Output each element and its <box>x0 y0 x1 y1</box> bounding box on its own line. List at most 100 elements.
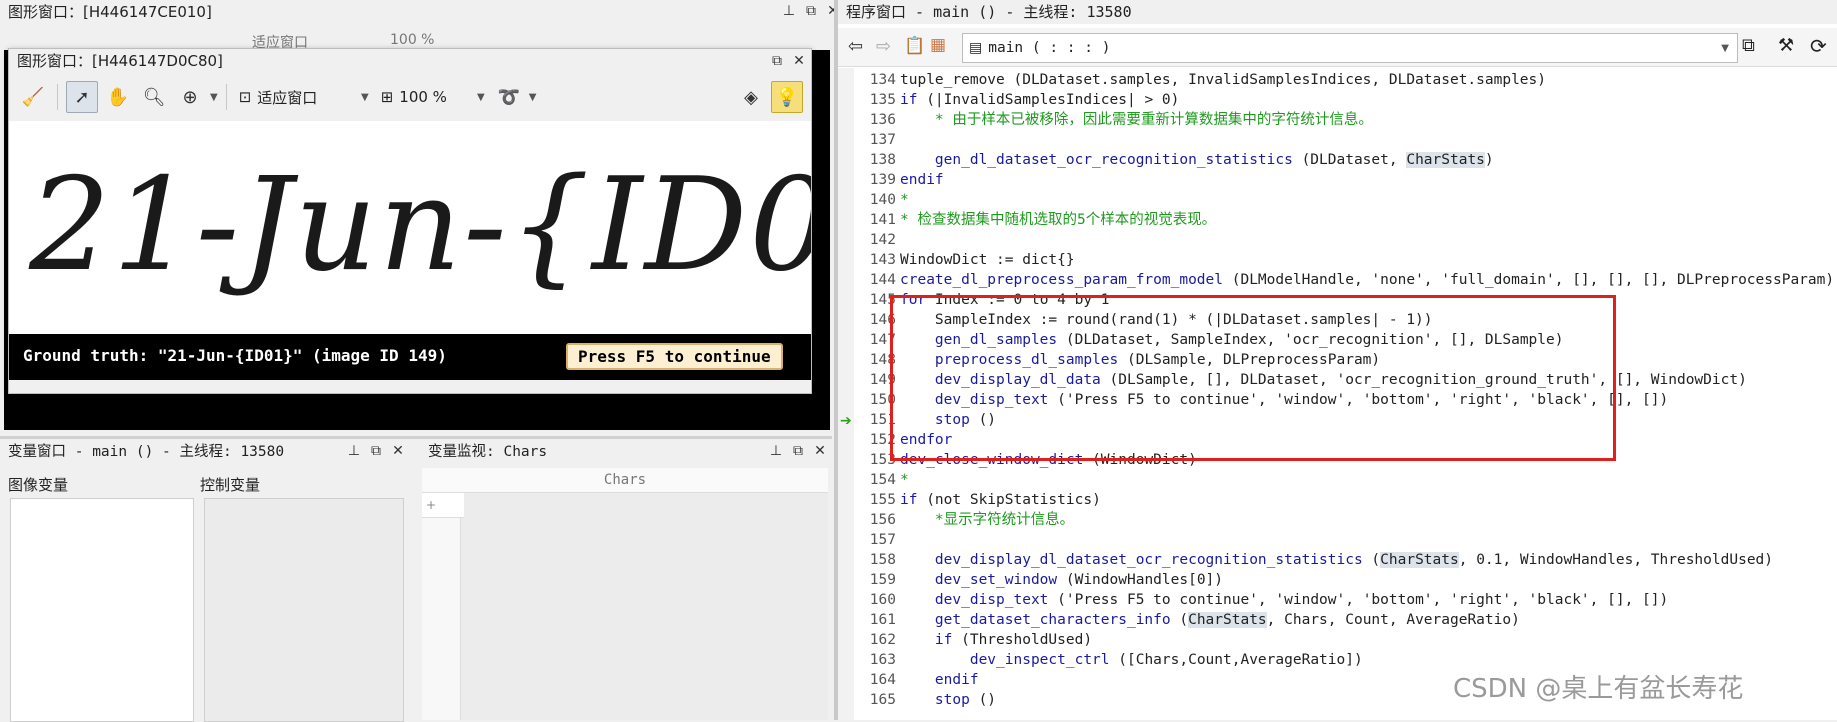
image-variables-list[interactable] <box>10 498 194 722</box>
line-number: 141 <box>869 212 896 228</box>
control-variables-label: 控制变量 <box>200 476 261 494</box>
code-text: * 由于样本已被移除，因此需要重新计算数据集中的字符统计信息。 <box>934 112 1373 128</box>
clipboard-icon[interactable]: 📋 <box>904 36 925 56</box>
layers-icon[interactable]: ◈ <box>735 81 767 113</box>
code-text: dev_display_dl_dataset_ocr_recognition_s… <box>934 552 1774 568</box>
code-line[interactable]: 160 dev_disp_text ('Press F5 to continue… <box>854 590 1668 610</box>
close-icon[interactable]: ✕ <box>791 53 807 69</box>
procedure-icon: ▤ <box>969 40 983 56</box>
line-number: 164 <box>869 672 896 688</box>
pin-icon[interactable]: ⊥ <box>768 443 784 459</box>
back-arrow-icon[interactable]: ⇦ <box>848 36 863 57</box>
fit-window-label: 适应窗口 <box>257 88 318 107</box>
graphics-window-front: 图形窗口：[H446147D0C80] ⧉ ✕ 🧹 ➚ ✋ 🔍︎ ⊕ ▼ ⊡ 适… <box>8 48 812 394</box>
code-text: * <box>900 192 909 208</box>
code-line[interactable]: 137 <box>854 130 900 150</box>
code-text: dev_disp_text ('Press F5 to continue', '… <box>934 592 1669 608</box>
fit-window-combo[interactable]: ⊡ 适应窗口 ▼ <box>235 83 373 111</box>
code-line[interactable]: 162 if (ThresholdUsed) <box>854 630 1092 650</box>
code-line[interactable]: 140 * <box>854 190 909 210</box>
breakpoint-gutter[interactable] <box>838 68 854 720</box>
zoom-dropdown-icon[interactable]: ▼ <box>210 92 218 103</box>
code-line[interactable]: 165 stop () <box>854 690 996 710</box>
lightbulb-icon[interactable]: 💡 <box>771 81 803 113</box>
code-line[interactable]: 141 * 检查数据集中随机选取的5个样本的视觉表现。 <box>854 210 1216 230</box>
code-line[interactable]: 155 if (not SkipStatistics) <box>854 490 1101 510</box>
pin-icon[interactable]: ⊥ <box>346 443 362 459</box>
code-line[interactable]: 138 gen_dl_dataset_ocr_recognition_stati… <box>854 150 1494 170</box>
code-line[interactable]: 144 create_dl_preprocess_param_from_model… <box>854 270 1834 290</box>
watch-column-header: Chars <box>422 468 828 493</box>
code-text: * 检查数据集中随机选取的5个样本的视觉表现。 <box>900 212 1217 228</box>
expand-plus-icon[interactable]: + <box>426 498 436 512</box>
code-text: * <box>900 472 909 488</box>
code-text: if (ThresholdUsed) <box>934 632 1093 648</box>
line-number: 135 <box>869 92 896 108</box>
program-window-title: 程序窗口 - main () - 主线程: 13580 <box>838 0 1837 24</box>
code-text: tuple_remove (DLDataset.samples, Invalid… <box>900 72 1547 88</box>
close-icon[interactable]: ✕ <box>390 443 406 459</box>
code-text: if (|InvalidSamplesIndices| > 0) <box>900 92 1180 108</box>
float-icon[interactable]: ⧉ <box>769 53 785 69</box>
procedure-combo[interactable]: ▤ main ( : : : ) ▼ <box>962 33 1738 63</box>
float-icon[interactable]: ⧉ <box>368 443 384 459</box>
copy-icon[interactable]: ⧉ <box>1742 35 1755 56</box>
zoom-combo[interactable]: ⊞ 100 % ▼ <box>377 83 489 111</box>
zoom-fit-icon: ⊞ <box>380 88 394 106</box>
code-text: *显示字符统计信息。 <box>934 512 1075 528</box>
watch-grid[interactable]: + <box>422 493 828 720</box>
line-number: 156 <box>869 512 896 528</box>
float-icon[interactable]: ⧉ <box>790 443 806 459</box>
program-counter-arrow-icon: ➔ <box>840 413 852 429</box>
grid-icon[interactable]: ▦ <box>930 35 946 55</box>
chevron-down-icon: ▼ <box>361 91 369 103</box>
code-line[interactable]: 134 tuple_remove (DLDataset.samples, Inva… <box>854 70 1546 90</box>
line-number: 136 <box>869 112 896 128</box>
code-line[interactable]: 136 * 由于样本已被移除，因此需要重新计算数据集中的字符统计信息。 <box>854 110 1373 130</box>
left-splitter[interactable] <box>0 436 832 439</box>
line-number: 165 <box>869 692 896 708</box>
press-f5-badge: Press F5 to continue <box>566 343 783 370</box>
code-line[interactable]: 163 dev_inspect_ctrl ([Chars,Count,Avera… <box>854 650 1363 670</box>
pin-icon[interactable]: ⊥ <box>781 3 797 19</box>
image-canvas[interactable]: 21-Jun-{ID01} <box>9 121 811 334</box>
close-icon[interactable]: ✕ <box>812 443 828 459</box>
code-line[interactable]: 158 dev_display_dl_dataset_ocr_recogniti… <box>854 550 1773 570</box>
forward-arrow-icon[interactable]: ⇨ <box>876 36 891 57</box>
fit-window-hint: 适应窗口 <box>252 35 308 48</box>
zoom-label: 100 % <box>399 88 447 106</box>
control-variables-list[interactable] <box>204 498 404 722</box>
tools-icon[interactable]: ⚒ <box>1778 35 1794 56</box>
refresh-icon[interactable]: ⟳ <box>1810 34 1827 58</box>
code-text: WindowDict := dict{} <box>900 252 1075 268</box>
code-text: dev_inspect_ctrl ([Chars,Count,AverageRa… <box>969 652 1363 668</box>
code-line[interactable]: 139 endif <box>854 170 944 190</box>
pointer-icon[interactable]: ➚ <box>66 81 98 113</box>
code-line[interactable]: 157 <box>854 530 900 550</box>
clear-broom-icon[interactable]: 🧹 <box>17 81 49 113</box>
zoom-in-icon[interactable]: ⊕ <box>174 81 206 113</box>
magnifier-icon[interactable]: 🔍︎ <box>138 81 170 113</box>
line-number: 139 <box>869 172 896 188</box>
line-number: 155 <box>869 492 896 508</box>
code-line[interactable]: 161 get_dataset_characters_info (CharSta… <box>854 610 1520 630</box>
line-number: 134 <box>869 72 896 88</box>
code-line[interactable]: 142 <box>854 230 900 250</box>
line-number: 154 <box>869 472 896 488</box>
draw-shape-icon[interactable]: ➰ <box>493 81 525 113</box>
pan-hand-icon[interactable]: ✋ <box>102 81 134 113</box>
chevron-down-icon[interactable]: ▼ <box>529 92 537 103</box>
float-icon[interactable]: ⧉ <box>803 3 819 19</box>
code-line[interactable]: 143 WindowDict := dict{} <box>854 250 1075 270</box>
code-line[interactable]: 164 endif <box>854 670 979 690</box>
code-text: if (not SkipStatistics) <box>900 492 1101 508</box>
code-line[interactable]: 156 *显示字符统计信息。 <box>854 510 1074 530</box>
code-line[interactable]: 154 * <box>854 470 909 490</box>
graphics-toolbar: 🧹 ➚ ✋ 🔍︎ ⊕ ▼ ⊡ 适应窗口 ▼ ⊞ 100 % ▼ ➰ ▼ ◈ 💡 <box>9 77 811 117</box>
watch-row-header <box>422 493 461 720</box>
line-number: 163 <box>869 652 896 668</box>
chevron-down-icon: ▼ <box>1721 42 1729 54</box>
code-line[interactable]: 135 if (|InvalidSamplesIndices| > 0) <box>854 90 1180 110</box>
code-line[interactable]: 159 dev_set_window (WindowHandles[0]) <box>854 570 1223 590</box>
chars-column-label: Chars <box>603 472 647 488</box>
